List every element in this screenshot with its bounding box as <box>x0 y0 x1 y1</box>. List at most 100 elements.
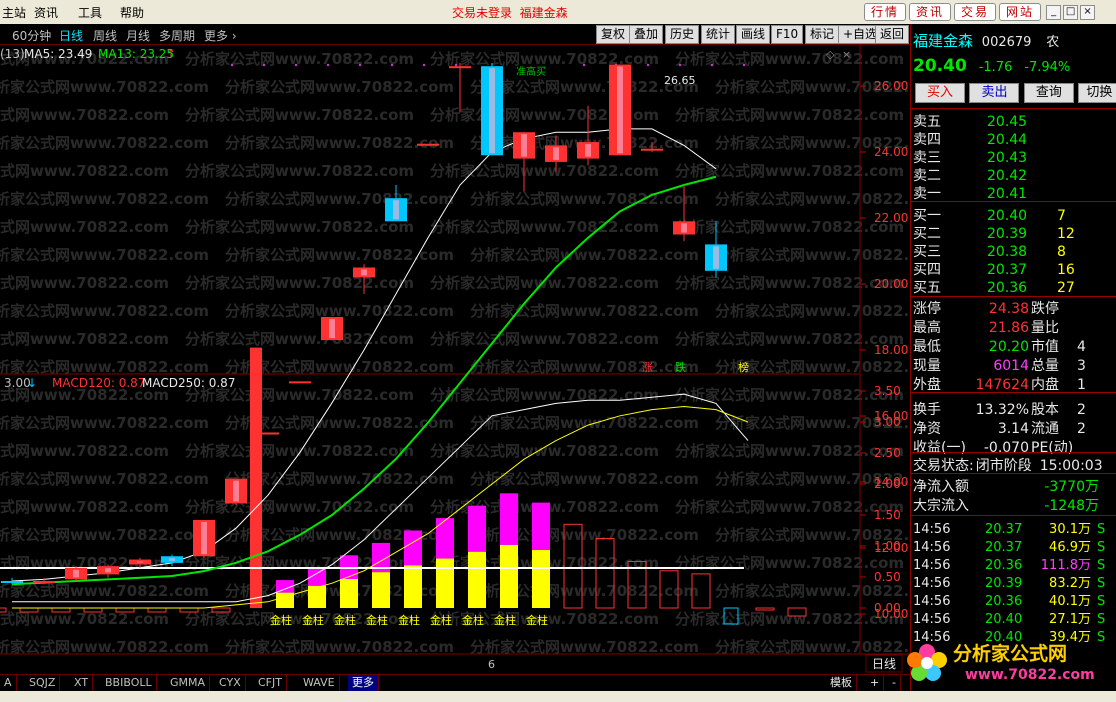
indicator-tab[interactable]: CYX <box>215 675 246 691</box>
quote-button[interactable]: 行情 <box>864 3 907 21</box>
minimize-icon[interactable]: _ <box>1046 5 1062 20</box>
indicator-tab[interactable]: SQJZ <box>25 675 61 691</box>
zoom-out-button[interactable]: - <box>888 675 901 691</box>
menu-news[interactable]: 资讯 <box>34 4 58 21</box>
candle-body <box>449 66 471 69</box>
axis-label: 1.00 <box>874 539 901 553</box>
overlay-button[interactable]: 叠加 <box>629 25 664 44</box>
high-price-label: 26.65 <box>664 74 696 87</box>
level-label: 买一 <box>913 208 941 224</box>
query-button[interactable]: 查询 <box>1023 83 1074 103</box>
indicator-tab[interactable]: A <box>0 675 17 691</box>
indicator-tab[interactable]: WAVE <box>299 675 340 691</box>
tick-row: 14:56 20.37 30.1万 S <box>913 518 1105 537</box>
switch-button[interactable]: 切换 <box>1078 83 1116 103</box>
period-weekly[interactable]: 周线 <box>93 27 117 44</box>
adjust-button[interactable]: 复权 <box>596 25 631 44</box>
top-dot <box>262 63 266 67</box>
price-change: -1.76 <box>978 60 1013 75</box>
template-button[interactable]: 模板 <box>826 675 857 691</box>
menu-help[interactable]: 帮助 <box>120 4 144 21</box>
candle-highlight <box>681 223 687 233</box>
trade-button[interactable]: 交易 <box>954 3 997 21</box>
watermark-text: 分析家公式网www.70822.com <box>715 582 910 600</box>
indicator-tab[interactable]: BBIBOLL <box>101 675 157 691</box>
stat-row: 换手 13.32% 股本 2 <box>913 399 1086 418</box>
trade-time: 15:00:03 <box>1039 458 1103 474</box>
indicator-tab[interactable]: GMMA <box>166 675 211 691</box>
stat-label: 外盘 <box>913 377 941 393</box>
bid-row[interactable]: 买五 20.36 27 <box>913 277 1075 296</box>
chart-area[interactable]: 分析家公式网www.70822.com 分析家公式网www.70822.com 分析… <box>0 44 910 674</box>
chart-toolbar: 60分钟 日线 周线 月线 多周期 更多 › 复权 叠加 历史 统计 画线 F1… <box>0 24 910 45</box>
trade-login-status[interactable]: 交易未登录 福建金森 <box>452 4 568 21</box>
macd-bar-top <box>436 518 454 559</box>
bid-row[interactable]: 买四 20.37 16 <box>913 259 1075 278</box>
watermark-text: 分析家公式网www.70822.com <box>0 358 209 376</box>
watermark-text: 分析家公式网www.70822.com <box>0 274 169 292</box>
indicator-tab[interactable]: CFJT <box>254 675 287 691</box>
stat-label: 现量 <box>913 358 941 374</box>
top-dot <box>390 63 394 67</box>
stat-value: -0.070 <box>983 440 1029 456</box>
period-monthly[interactable]: 月线 <box>126 27 150 44</box>
watermark-text: 分析家公式网www.70822.com <box>430 386 659 404</box>
menu-main[interactable]: 主站 <box>2 4 26 21</box>
bid-row[interactable]: 买一 20.40 7 <box>913 205 1066 224</box>
level-label: 卖三 <box>913 150 941 166</box>
top-dot <box>582 63 586 67</box>
draw-button[interactable]: 画线 <box>736 25 771 44</box>
bid-row[interactable]: 买二 20.39 12 <box>913 223 1075 242</box>
stat-value: 21.86 <box>988 320 1029 336</box>
watermark-text: 分析家公式网www.70822.com <box>0 190 209 208</box>
ask-row[interactable]: 卖四 20.44 <box>913 129 1057 148</box>
last-price: 20.40 <box>913 56 967 76</box>
stat-value-2: 1 <box>1077 377 1086 393</box>
diamond-icon[interactable]: ◇ <box>826 48 835 61</box>
maximize-icon[interactable]: □ <box>1063 5 1079 20</box>
candle-highlight <box>233 480 239 502</box>
menu-tools[interactable]: 工具 <box>78 4 102 21</box>
watermark-text: 分析家公式网www.70822.com <box>0 470 209 488</box>
ask-row[interactable]: 卖一 20.41 <box>913 183 1057 202</box>
tick-time: 14:56 <box>913 612 951 627</box>
watermark-text: 分析家公式网www.70822.com <box>675 498 904 516</box>
watermark-text: 分析家公式网www.70822.com <box>430 218 659 236</box>
bid-row[interactable]: 买三 20.38 8 <box>913 241 1066 260</box>
website-button[interactable]: 网站 <box>999 3 1042 21</box>
stats-button[interactable]: 统计 <box>701 25 736 44</box>
stat-label: 收益(一) <box>913 440 966 456</box>
close-icon[interactable]: × <box>1080 5 1096 20</box>
stat-label-2: 内盘 <box>1031 377 1059 393</box>
back-button[interactable]: 返回 <box>875 25 910 44</box>
ask-row[interactable]: 卖二 20.42 <box>913 165 1057 184</box>
ask-row[interactable]: 卖三 20.43 <box>913 147 1057 166</box>
period-multi[interactable]: 多周期 <box>159 27 195 44</box>
period-60min[interactable]: 60分钟 <box>12 27 51 44</box>
tick-time: 14:56 <box>913 576 951 591</box>
f10-button[interactable]: F10 <box>771 25 804 44</box>
indicator-tab[interactable]: 更多 <box>348 675 379 691</box>
mark-button[interactable]: 标记 <box>805 25 840 44</box>
watermark-text: 分析家公式网www.70822.com <box>715 246 910 264</box>
zoom-in-button[interactable]: + <box>866 675 885 691</box>
top-dot <box>454 63 458 67</box>
watermark-text: 分析家公式网www.70822.com <box>675 610 904 628</box>
level-price: 20.37 <box>987 262 1028 278</box>
ma-prefix: (13) <box>0 47 25 61</box>
level-volume: 12 <box>1057 226 1075 242</box>
period-more[interactable]: 更多 › <box>204 27 237 44</box>
indicator-tab[interactable]: XT <box>70 675 94 691</box>
history-button[interactable]: 历史 <box>665 25 700 44</box>
period-daily[interactable]: 日线 <box>59 27 83 44</box>
x-marker: 6 <box>488 658 495 671</box>
watermark-text: 分析家公式网www.70822.com <box>225 638 454 656</box>
watermark-text: 分析家公式网www.70822.com <box>185 498 414 516</box>
buy-button[interactable]: 买入 <box>915 83 965 103</box>
watermark-text: 分析家公式网www.70822.com <box>0 498 169 516</box>
close-pane-icon[interactable]: × <box>842 48 851 61</box>
news-button[interactable]: 资讯 <box>909 3 952 21</box>
sell-button[interactable]: 卖出 <box>969 83 1020 103</box>
ask-row[interactable]: 卖五 20.45 <box>913 111 1057 130</box>
level-volume: 8 <box>1057 244 1066 260</box>
